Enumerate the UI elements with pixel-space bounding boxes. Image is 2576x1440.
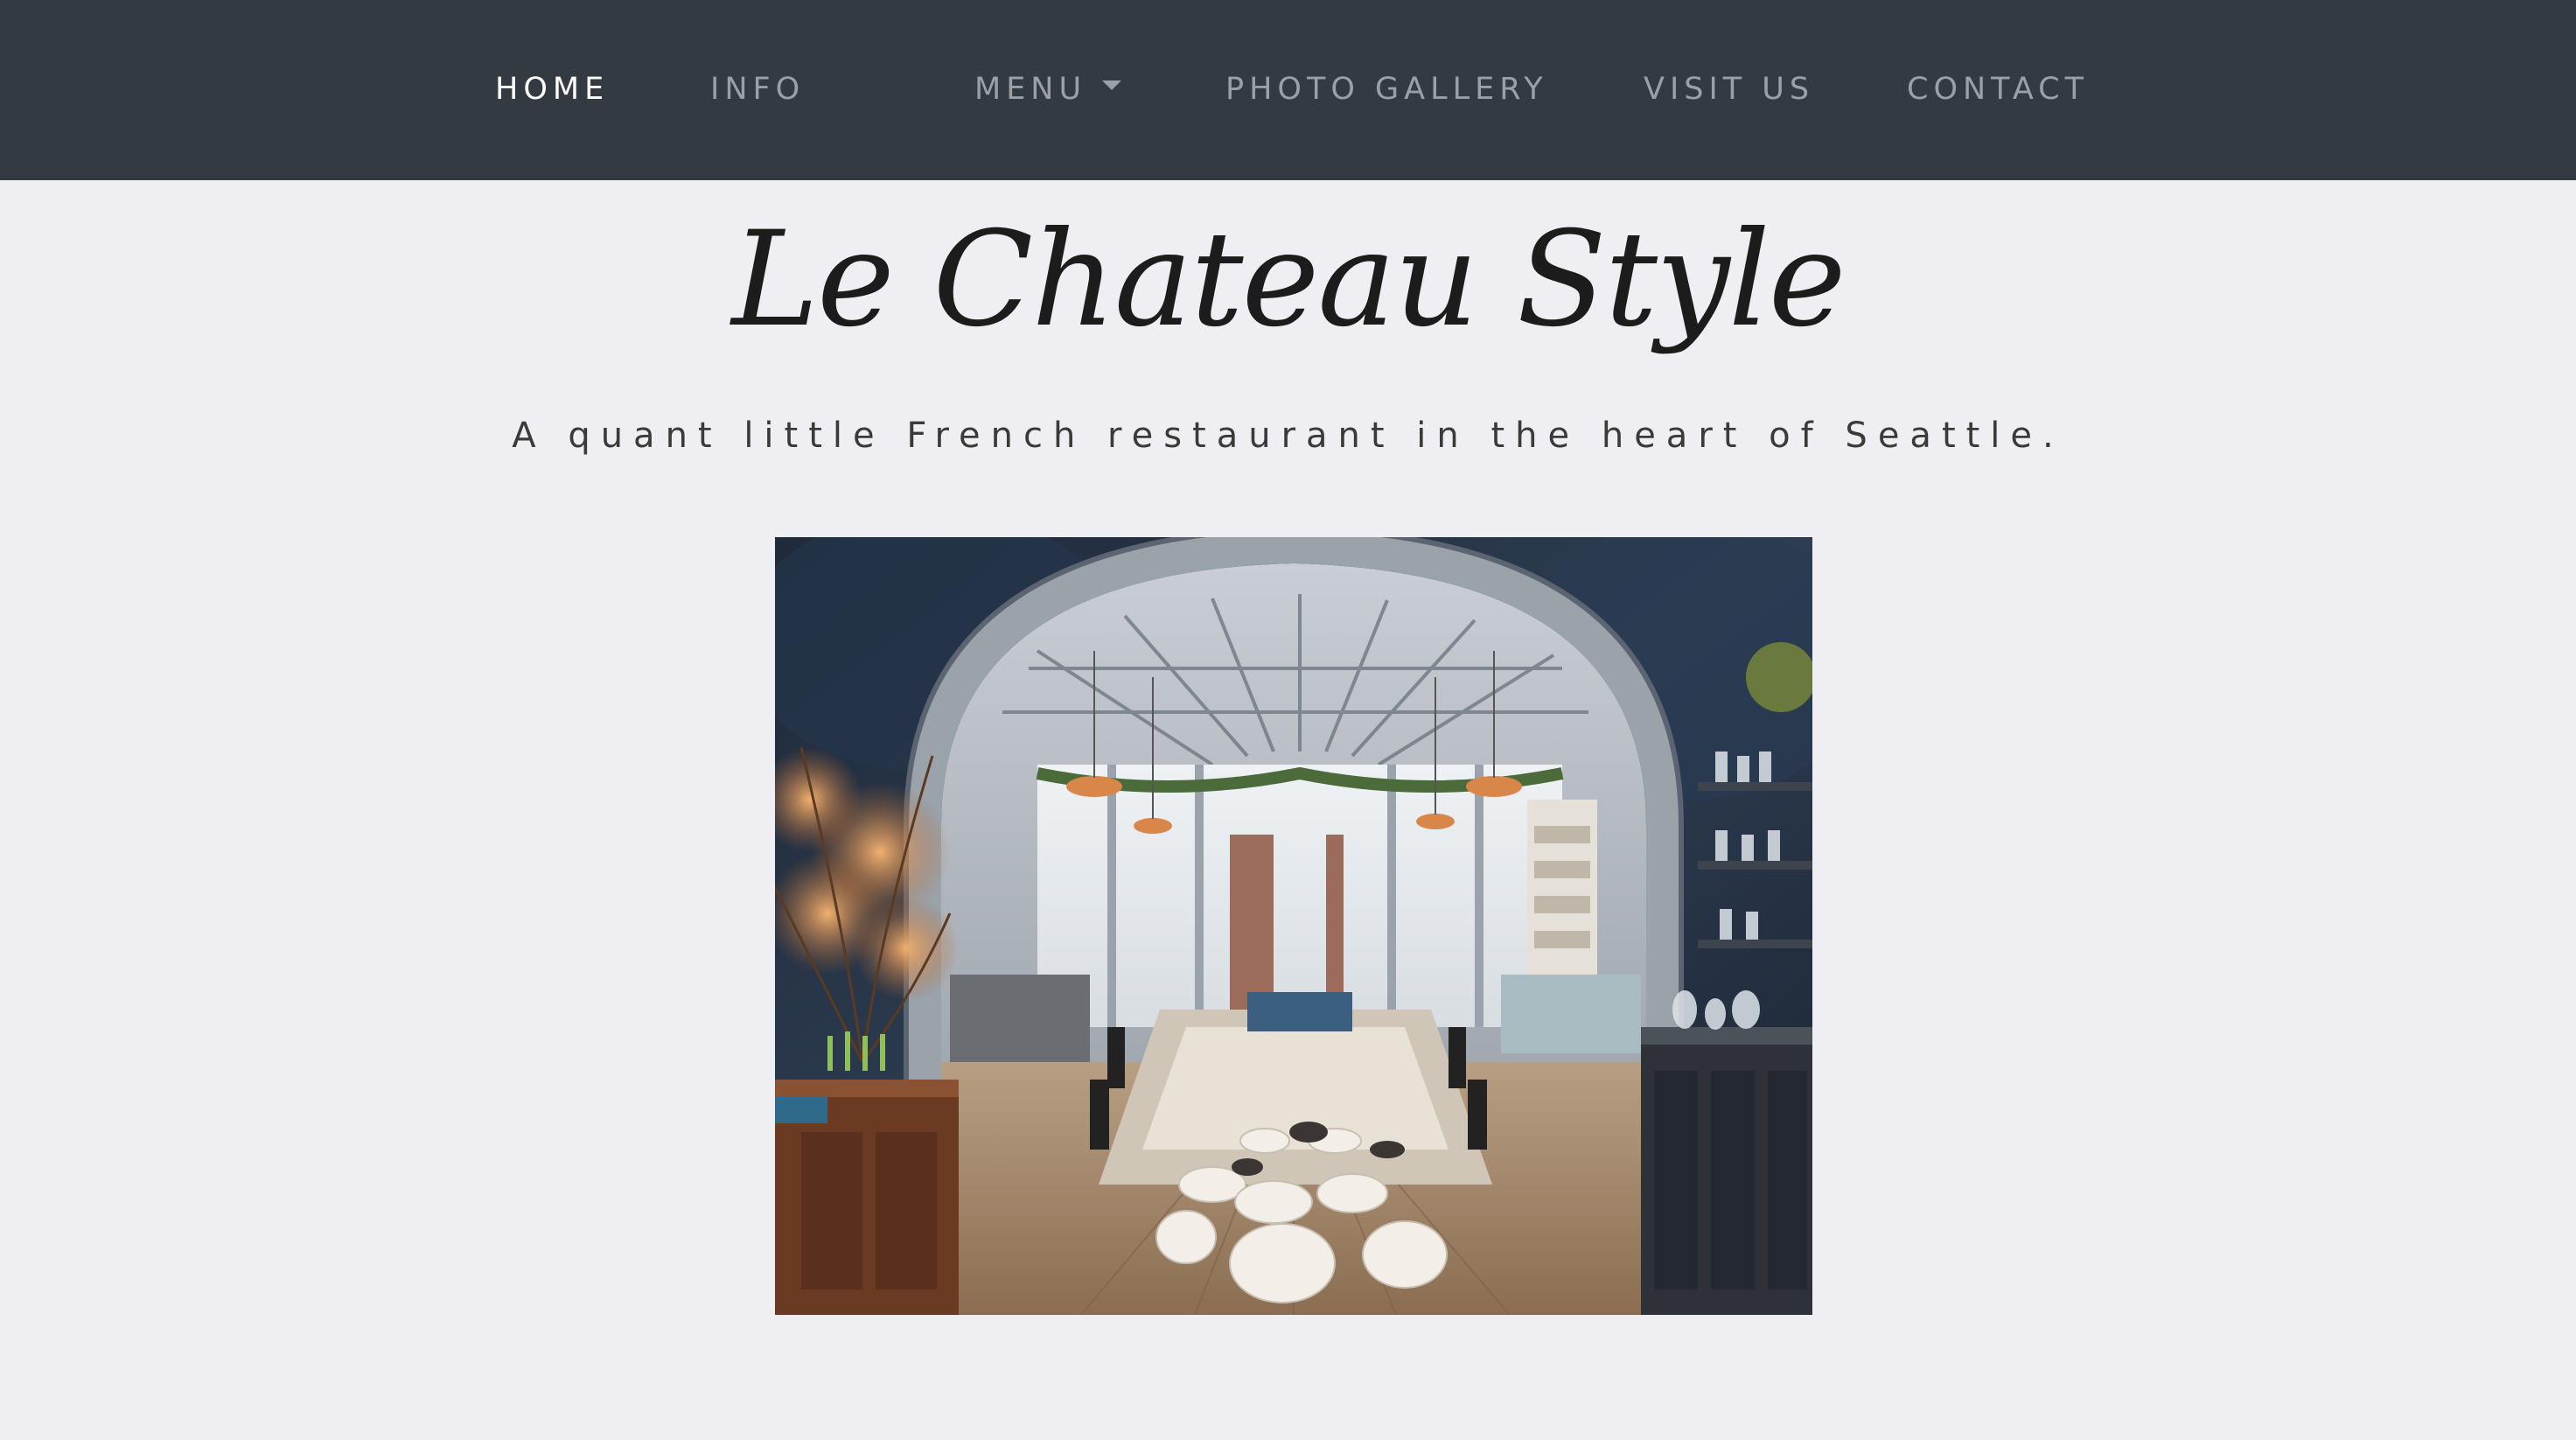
site-title: Le Chateau Style (731, 204, 1846, 356)
nav-contact-link[interactable]: CONTACT (1907, 70, 2089, 108)
restaurant-interior-illustration (775, 537, 1812, 1315)
nav-menu-dropdown[interactable]: MENU (974, 70, 1122, 108)
nav-info-link[interactable]: INFO (710, 70, 805, 108)
top-navbar: HOME INFO MENU PHOTO GALLERY VISIT US CO… (0, 0, 2576, 180)
site-tagline: A quant little French restaurant in the … (512, 416, 2064, 456)
nav-home-link[interactable]: HOME (495, 70, 609, 108)
nav-photo-gallery-link[interactable]: PHOTO GALLERY (1225, 70, 1548, 108)
restaurant-interior-photo (775, 537, 1812, 1315)
nav-menu-label: MENU (974, 72, 1087, 107)
nav-visit-us-link[interactable]: VISIT US (1644, 70, 1814, 108)
caret-down-icon (1102, 80, 1122, 90)
